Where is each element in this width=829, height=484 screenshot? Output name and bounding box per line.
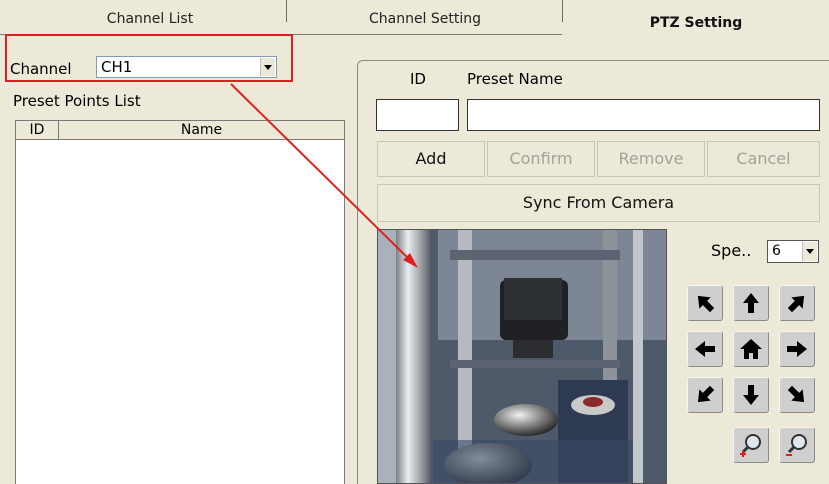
annotation-arrow bbox=[230, 83, 418, 268]
